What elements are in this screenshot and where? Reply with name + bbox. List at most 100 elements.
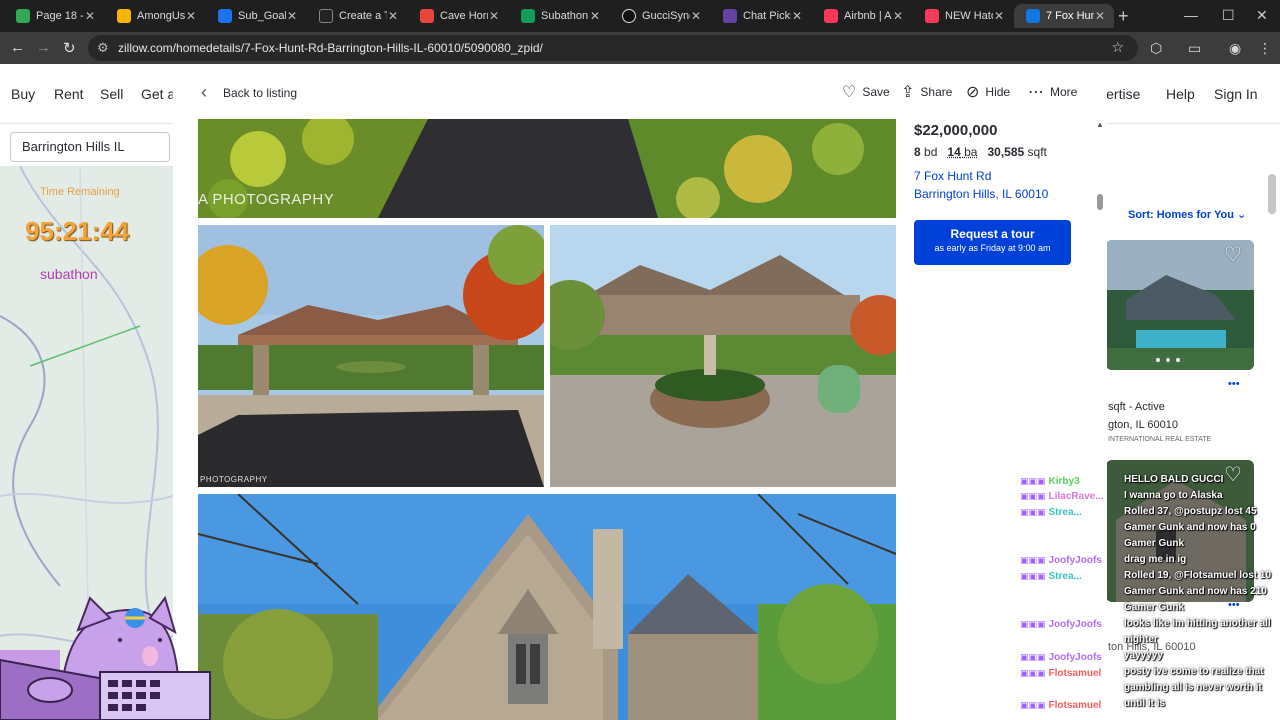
browser-tab[interactable]: Create a Tie✕ [307, 4, 407, 28]
browser-tab[interactable]: GucciSync ✕ [610, 4, 710, 28]
chat-message: I wanna go to Alaska [1124, 488, 1274, 504]
listing-photo-courtyard[interactable] [550, 225, 896, 487]
chat-user: ▣▣▣ Strea... [1020, 507, 1082, 518]
listing-facts: 8 bd 14 ba 30,585 sqft [914, 145, 1084, 159]
share-button[interactable]: ⇪ Share [901, 82, 952, 102]
reload-icon[interactable]: ↻ [63, 39, 76, 57]
address-bar[interactable]: ⚙ zillow.com/homedetails/7-Fox-Hunt-Rd-B… [88, 35, 1138, 61]
photo-image [198, 494, 896, 720]
browser-toolbar: ← → ↻ ⚙ zillow.com/homedetails/7-Fox-Hun… [0, 32, 1280, 64]
forward-arrow-icon[interactable]: → [36, 39, 51, 56]
extensions-icon[interactable]: ⬡ [1150, 40, 1162, 57]
chat-user: ▣▣▣ Strea... [1020, 571, 1082, 582]
listing-photo-entrance[interactable]: PHOTOGRAPHY [198, 225, 544, 487]
close-icon[interactable]: ✕ [185, 9, 197, 23]
baths-value: 14 [947, 145, 960, 159]
chat-message: HELLO BALD GUCCI [1124, 472, 1274, 488]
heart-icon[interactable]: ♡ [1224, 242, 1242, 267]
stream-chat-overlay: ▣▣▣ Kirby3 ▣▣▣ LilacRave... ▣▣▣ Strea... ▣▣… [1020, 474, 1280, 720]
home-details-modal: ‹ Back to listing ♡ Save ⇪ Share ⊘ Hide ⋯ Mo… [173, 64, 1107, 720]
sqft-value: 30,585 [987, 145, 1024, 159]
modal-scrollbar[interactable] [1097, 194, 1103, 210]
close-icon[interactable]: ✕ [690, 9, 702, 23]
beds-value: 8 [914, 145, 921, 159]
tab-favicon-icon [319, 9, 333, 23]
tab-favicon-icon [824, 9, 838, 23]
browser-tab[interactable]: AmongUs ✕ [105, 4, 205, 28]
nav-sell[interactable]: Sell [100, 86, 123, 102]
listing-summary-panel: $22,000,000 8 bd 14 ba 30,585 sqft 7 Fox… [914, 118, 1084, 265]
chat-message: posty ive come to realize that gambling … [1124, 664, 1274, 712]
close-icon[interactable]: ✕ [589, 9, 601, 23]
nav-help[interactable]: Help [1166, 86, 1195, 102]
baths-info[interactable]: 14 ba [947, 145, 977, 159]
save-button[interactable]: ♡ Save [842, 82, 890, 102]
more-dots-icon: ⋯ [1028, 82, 1044, 102]
back-label: Back to listing [223, 86, 297, 100]
page-scrollbar[interactable] [1268, 174, 1276, 214]
subathon-timer: 95:21:44 [25, 216, 129, 247]
address-city-link[interactable]: Barrington Hills, IL 60010 [914, 187, 1084, 201]
close-icon[interactable]: ✕ [993, 9, 1005, 23]
close-icon[interactable]: ✕ [791, 9, 803, 23]
nav-get-a[interactable]: Get a [141, 86, 175, 102]
badge-icons: ▣▣▣ [1020, 555, 1046, 565]
cast-icon[interactable]: ▭ [1188, 40, 1201, 57]
browser-tab-bar: Page 18 - In✕ AmongUs✕ Sub_Goal.p✕ Creat… [0, 0, 1280, 32]
tab-title: Chat Picks [743, 10, 791, 22]
request-tour-button[interactable]: Request a tour as early as Friday at 9:0… [914, 220, 1071, 265]
close-icon[interactable]: ✕ [387, 9, 399, 23]
close-icon[interactable]: ✕ [892, 9, 904, 23]
location-search-input[interactable]: Barrington Hills IL [10, 132, 170, 162]
address-street-link[interactable]: 7 Fox Hunt Rd [914, 169, 1084, 183]
tab-title: Page 18 - In [36, 10, 84, 22]
close-window-icon[interactable]: ✕ [1256, 7, 1268, 24]
back-to-listing-button[interactable]: ‹ Back to listing [201, 82, 297, 103]
browser-tab[interactable]: Airbnb | Air✕ [812, 4, 912, 28]
hide-button[interactable]: ⊘ Hide [966, 82, 1010, 102]
heart-icon: ♡ [842, 82, 856, 102]
browser-tab[interactable]: Chat Picks ✕ [711, 4, 811, 28]
profile-icon[interactable]: ◉ [1229, 40, 1241, 57]
back-arrow-icon[interactable]: ← [10, 39, 25, 56]
nav-sign-in[interactable]: Sign In [1214, 86, 1258, 102]
zillow-favicon-icon [1026, 9, 1040, 23]
modal-header: ‹ Back to listing ♡ Save ⇪ Share ⊘ Hide ⋯ Mo… [173, 64, 1107, 118]
browser-tab-active[interactable]: 7 Fox Hunt✕ [1014, 4, 1114, 28]
chat-message: yayyyyy [1124, 648, 1274, 664]
nav-rent[interactable]: Rent [54, 86, 84, 102]
tab-title: NEW Hatch [945, 10, 993, 22]
new-tab-icon[interactable]: + [1118, 6, 1129, 27]
listing-photo-driveway[interactable]: A PHOTOGRAPHY [198, 119, 896, 218]
browser-tab[interactable]: Sub_Goal.p✕ [206, 4, 306, 28]
maximize-icon[interactable]: ☐ [1222, 7, 1235, 24]
tab-favicon-icon [723, 9, 737, 23]
timer-label: Time Remaining [40, 186, 120, 198]
close-icon[interactable]: ✕ [1094, 9, 1106, 23]
scroll-up-arrow-icon[interactable]: ▲ [1096, 120, 1104, 129]
site-info-icon[interactable]: ⚙ [97, 40, 109, 56]
browser-tab[interactable]: Subathon ✕ [509, 4, 609, 28]
chat-message: Rolled 19, @Flotsamuel lost 10 Gamer Gun… [1124, 568, 1274, 616]
close-icon[interactable]: ✕ [84, 9, 96, 23]
listing-meta-sqft: sqft - Active [1108, 401, 1165, 413]
menu-dots-icon[interactable]: ⋮ [1258, 40, 1272, 57]
listing-photo-house-front[interactable] [198, 494, 896, 720]
sort-dropdown[interactable]: Sort: Homes for You ⌄ [1128, 208, 1246, 221]
badge-icons: ▣▣▣ [1020, 700, 1046, 710]
nav-buy[interactable]: Buy [11, 86, 35, 102]
browser-tab[interactable]: NEW Hatch✕ [913, 4, 1013, 28]
hide-label: Hide [985, 85, 1010, 99]
bookmark-star-icon[interactable]: ☆ [1111, 39, 1124, 56]
streamer-cat-avatar [0, 590, 215, 720]
more-button[interactable]: ⋯ More [1028, 82, 1077, 102]
browser-tab[interactable]: Page 18 - In✕ [4, 4, 104, 28]
close-icon[interactable]: ✕ [488, 9, 500, 23]
listing-more-icon[interactable]: ••• [1228, 378, 1240, 390]
badge-icons: ▣▣▣ [1020, 619, 1046, 629]
minimize-icon[interactable]: — [1184, 7, 1198, 23]
tab-title: Sub_Goal.p [238, 10, 286, 22]
tab-favicon-icon [218, 9, 232, 23]
close-icon[interactable]: ✕ [286, 9, 298, 23]
browser-tab[interactable]: Cave Horror✕ [408, 4, 508, 28]
